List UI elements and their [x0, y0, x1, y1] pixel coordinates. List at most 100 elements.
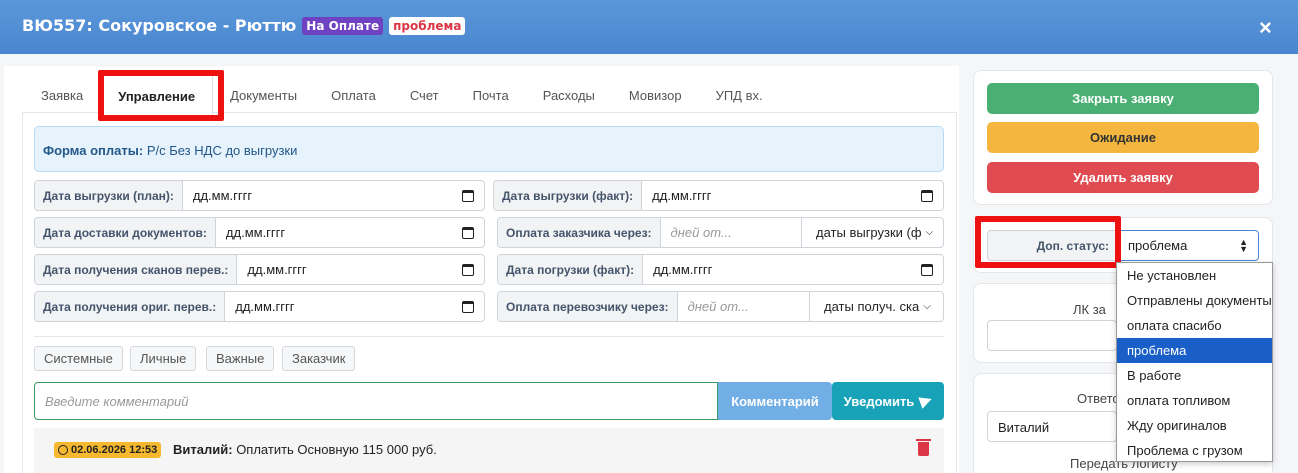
- extra-status-value: проблема: [1128, 238, 1188, 253]
- tab-management[interactable]: Управление: [100, 74, 214, 116]
- filter-important-button[interactable]: Важные: [206, 346, 275, 371]
- delete-request-button[interactable]: Удалить заявку: [987, 162, 1259, 193]
- responsible-select[interactable]: Виталий: [987, 411, 1117, 442]
- filter-customer-button[interactable]: Заказчик: [282, 346, 356, 371]
- tab-documents[interactable]: Документы: [213, 74, 314, 116]
- load-fact-label: Дата погрузки (факт):: [498, 255, 644, 284]
- status-badge-problem: проблема: [389, 16, 466, 35]
- docs-delivery-input[interactable]: дд.мм.гггг: [216, 218, 484, 247]
- customer-payment-select-value: даты выгрузки (ф: [816, 225, 922, 240]
- load-fact-field: Дата погрузки (факт): дд.мм.гггг: [497, 254, 944, 285]
- status-option-problem[interactable]: проблема: [1117, 338, 1272, 363]
- carrier-payment-label: Оплата перевозчику через:: [498, 292, 678, 321]
- notify-button[interactable]: Уведомить: [832, 382, 944, 420]
- comment-entry: 02.06.2026 12:53 Виталий: Оплатить Основ…: [34, 428, 944, 473]
- load-fact-value: дд.мм.гггг: [653, 262, 713, 277]
- payment-form-value: Р/с Без НДС до выгрузки: [146, 143, 298, 158]
- extra-status-dropdown: Не установлен Отправлены документы оплат…: [1116, 262, 1273, 462]
- responsible-label: Ответс: [1077, 391, 1119, 406]
- scans-received-label: Дата получения сканов перев.:: [35, 255, 238, 284]
- calendar-icon[interactable]: [921, 263, 933, 276]
- status-option-not-set[interactable]: Не установлен: [1117, 263, 1272, 288]
- clock-icon: [58, 445, 68, 455]
- calendar-icon[interactable]: [921, 189, 933, 202]
- comment-button[interactable]: Комментарий: [718, 382, 832, 420]
- unload-plan-value: дд.мм.гггг: [192, 188, 253, 203]
- customer-payment-label: Оплата заказчика через:: [498, 218, 661, 247]
- tab-expenses[interactable]: Расходы: [526, 74, 612, 116]
- extra-status-label: Доп. статус:: [987, 230, 1117, 261]
- filter-system-button[interactable]: Системные: [34, 346, 123, 371]
- carrier-payment-field: Оплата перевозчику через: дней от... дат…: [497, 291, 944, 322]
- carrier-payment-select-value: даты получ. ска: [824, 299, 920, 314]
- comment-input[interactable]: Введите комментарий: [34, 382, 718, 420]
- request-modal: ВЮ557: Сокуровское - Рюттю На Оплате про…: [0, 0, 1298, 473]
- carrier-payment-placeholder: дней от...: [687, 299, 749, 314]
- scans-received-field: Дата получения сканов перев.: дд.мм.гггг: [34, 254, 485, 285]
- customer-payment-placeholder: дней от...: [670, 225, 732, 240]
- close-request-button[interactable]: Закрыть заявку: [987, 83, 1259, 114]
- chevron-down-icon: ⌵: [925, 227, 934, 238]
- comment-text: Виталий: Оплатить Основную 115 000 руб.: [173, 442, 437, 457]
- select-arrows-icon: ▲ ▼: [1239, 236, 1248, 254]
- scans-received-input[interactable]: дд.мм.гггг: [237, 255, 484, 284]
- trash-icon[interactable]: [916, 439, 931, 456]
- comment-body: Оплатить Основную 115 000 руб.: [236, 442, 437, 457]
- originals-received-label: Дата получения ориг. перев.:: [35, 292, 226, 321]
- load-fact-input[interactable]: дд.мм.гггг: [643, 255, 943, 284]
- unload-plan-label: Дата выгрузки (план):: [35, 181, 183, 210]
- status-option-docs-sent[interactable]: Отправлены документы: [1117, 288, 1272, 313]
- payment-form-alert: Форма оплаты: Р/с Без НДС до выгрузки: [34, 126, 944, 172]
- docs-delivery-value: дд.мм.гггг: [225, 225, 286, 240]
- extra-status-select[interactable]: проблема ▲ ▼: [1117, 230, 1259, 261]
- lk-label: ЛК за: [1073, 302, 1106, 317]
- payment-form-label: Форма оплаты:: [43, 143, 144, 158]
- unload-plan-field: Дата выгрузки (план): дд.мм.гггг: [34, 180, 485, 211]
- section-divider: [34, 336, 944, 337]
- status-option-in-progress[interactable]: В работе: [1117, 363, 1272, 388]
- unload-fact-value: дд.мм.гггг: [652, 188, 712, 203]
- close-icon[interactable]: ×: [1259, 16, 1272, 40]
- unload-plan-input[interactable]: дд.мм.гггг: [183, 181, 484, 210]
- originals-received-value: дд.мм.гггг: [235, 299, 295, 314]
- notify-button-label: Уведомить: [843, 393, 915, 409]
- status-option-awaiting-originals[interactable]: Жду оригиналов: [1117, 413, 1272, 438]
- comment-date: 02.06.2026 12:53: [71, 444, 158, 456]
- originals-received-input[interactable]: дд.мм.гггг: [225, 292, 484, 321]
- tab-invoice[interactable]: Счет: [393, 74, 456, 116]
- unload-fact-input[interactable]: дд.мм.гггг: [642, 181, 943, 210]
- tab-bar: Заявка Управление Документы Оплата Счет …: [24, 74, 780, 116]
- carrier-payment-select[interactable]: даты получ. ска ⌵: [809, 292, 943, 321]
- lk-input[interactable]: [987, 320, 1117, 351]
- chevron-down-icon: ⌵: [923, 301, 931, 312]
- modal-title: ВЮ557: Сокуровское - Рюттю На Оплате про…: [22, 16, 466, 35]
- tab-movizor[interactable]: Мовизор: [612, 74, 699, 116]
- tab-upd-in[interactable]: УПД вх.: [699, 74, 780, 116]
- tab-mail[interactable]: Почта: [456, 74, 526, 116]
- filter-personal-button[interactable]: Личные: [130, 346, 197, 371]
- customer-payment-field: Оплата заказчика через: дней от... даты …: [497, 217, 944, 248]
- status-option-cargo-problem[interactable]: Проблема с грузом: [1117, 438, 1272, 463]
- scans-received-value: дд.мм.гггг: [247, 262, 307, 277]
- docs-delivery-label: Дата доставки документов:: [35, 218, 216, 247]
- originals-received-field: Дата получения ориг. перев.: дд.мм.гггг: [34, 291, 485, 322]
- calendar-icon[interactable]: [462, 263, 474, 276]
- tab-request[interactable]: Заявка: [24, 74, 100, 116]
- unload-fact-label: Дата выгрузки (факт):: [494, 181, 643, 210]
- customer-payment-days-input[interactable]: дней от...: [661, 218, 801, 247]
- carrier-payment-days-input[interactable]: дней от...: [678, 292, 809, 321]
- request-title: ВЮ557: Сокуровское - Рюттю: [22, 16, 297, 35]
- unload-fact-field: Дата выгрузки (факт): дд.мм.гггг: [493, 180, 944, 211]
- status-option-payment-thanks[interactable]: оплата спасибо: [1117, 313, 1272, 338]
- status-badge-paid: На Оплате: [302, 16, 384, 35]
- responsible-value: Виталий: [998, 420, 1050, 435]
- send-icon: [918, 393, 935, 409]
- calendar-icon[interactable]: [462, 189, 474, 202]
- waiting-button[interactable]: Ожидание: [987, 122, 1259, 153]
- tab-payment[interactable]: Оплата: [314, 74, 393, 116]
- customer-payment-select[interactable]: даты выгрузки (ф ⌵: [801, 218, 943, 247]
- status-option-fuel-payment[interactable]: оплата топливом: [1117, 388, 1272, 413]
- calendar-icon[interactable]: [462, 300, 474, 313]
- calendar-icon[interactable]: [462, 226, 474, 239]
- modal-header: ВЮ557: Сокуровское - Рюттю На Оплате про…: [0, 0, 1298, 54]
